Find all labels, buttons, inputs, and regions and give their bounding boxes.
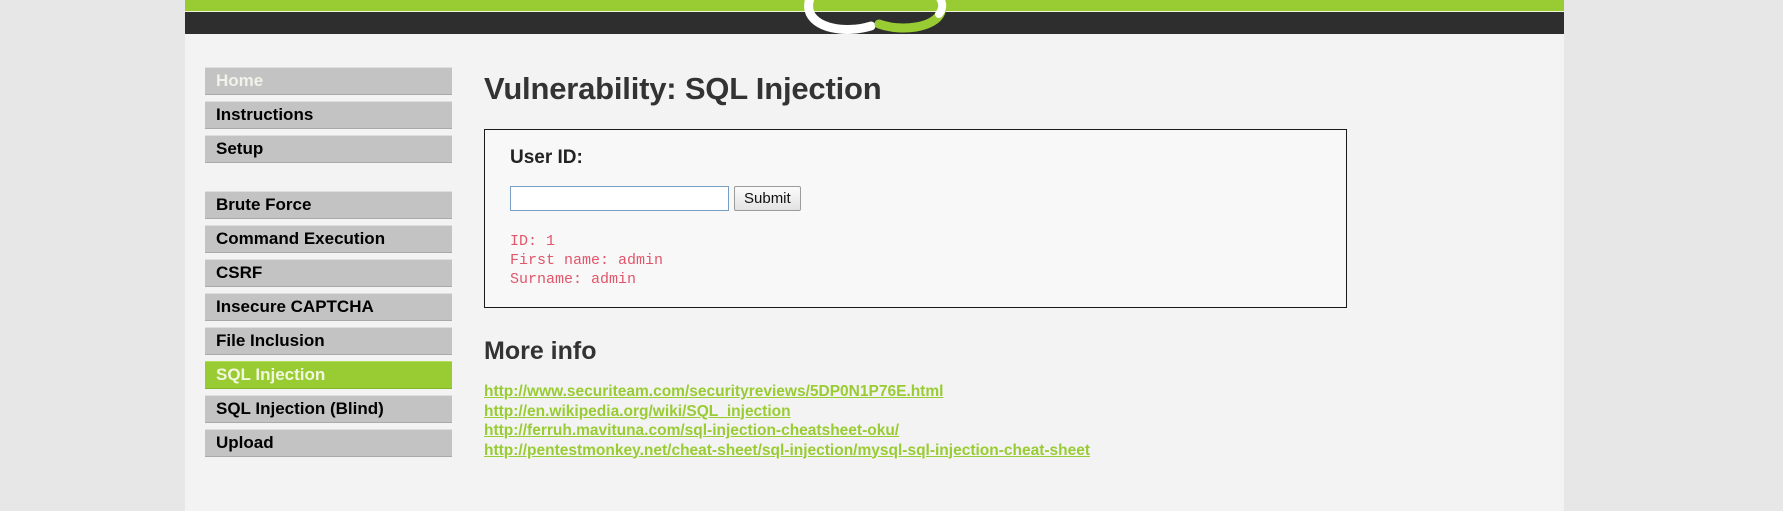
vulnerability-form-box: User ID: Submit ID: 1 First name: admin … xyxy=(484,129,1347,308)
site-header xyxy=(185,0,1564,34)
sidebar-item-file-inclusion[interactable]: File Inclusion xyxy=(205,327,452,355)
sidebar-divider xyxy=(205,169,452,191)
sidebar-item-instructions[interactable]: Instructions xyxy=(205,101,452,129)
more-info-links: http://www.securiteam.com/securityreview… xyxy=(484,382,1544,460)
user-id-label: User ID: xyxy=(510,147,583,168)
page-container: Home Instructions Setup Brute Force Comm… xyxy=(185,0,1564,511)
sidebar-group-general: Home Instructions Setup xyxy=(205,67,452,163)
page-title: Vulnerability: SQL Injection xyxy=(484,71,882,106)
user-id-input[interactable] xyxy=(510,186,729,211)
sidebar-item-sql-injection[interactable]: SQL Injection xyxy=(205,361,452,389)
sidebar-item-home[interactable]: Home xyxy=(205,67,452,95)
more-info-heading: More info xyxy=(484,337,597,365)
sidebar-item-insecure-captcha[interactable]: Insecure CAPTCHA xyxy=(205,293,452,321)
sidebar-item-brute-force[interactable]: Brute Force xyxy=(205,191,452,219)
info-link[interactable]: http://www.securiteam.com/securityreview… xyxy=(484,382,1544,402)
sidebar-item-csrf[interactable]: CSRF xyxy=(205,259,452,287)
info-link[interactable]: http://en.wikipedia.org/wiki/SQL_injecti… xyxy=(484,402,1544,422)
user-id-form-row: Submit xyxy=(510,186,1321,211)
sidebar-group-vulnerabilities: Brute Force Command Execution CSRF Insec… xyxy=(205,191,452,457)
dvwa-logo xyxy=(775,0,975,34)
body-area: Home Instructions Setup Brute Force Comm… xyxy=(185,34,1564,500)
query-result-output: ID: 1 First name: admin Surname: admin xyxy=(510,233,664,288)
info-link[interactable]: http://ferruh.mavituna.com/sql-injection… xyxy=(484,421,1544,441)
sidebar-item-command-execution[interactable]: Command Execution xyxy=(205,225,452,253)
sidebar-navigation: Home Instructions Setup Brute Force Comm… xyxy=(205,67,452,463)
sidebar-item-upload[interactable]: Upload xyxy=(205,429,452,457)
sidebar-item-sql-injection-blind[interactable]: SQL Injection (Blind) xyxy=(205,395,452,423)
info-link[interactable]: http://pentestmonkey.net/cheat-sheet/sql… xyxy=(484,441,1544,461)
sidebar-item-setup[interactable]: Setup xyxy=(205,135,452,163)
submit-button[interactable]: Submit xyxy=(734,186,801,211)
main-content: Vulnerability: SQL Injection User ID: Su… xyxy=(484,34,1544,460)
